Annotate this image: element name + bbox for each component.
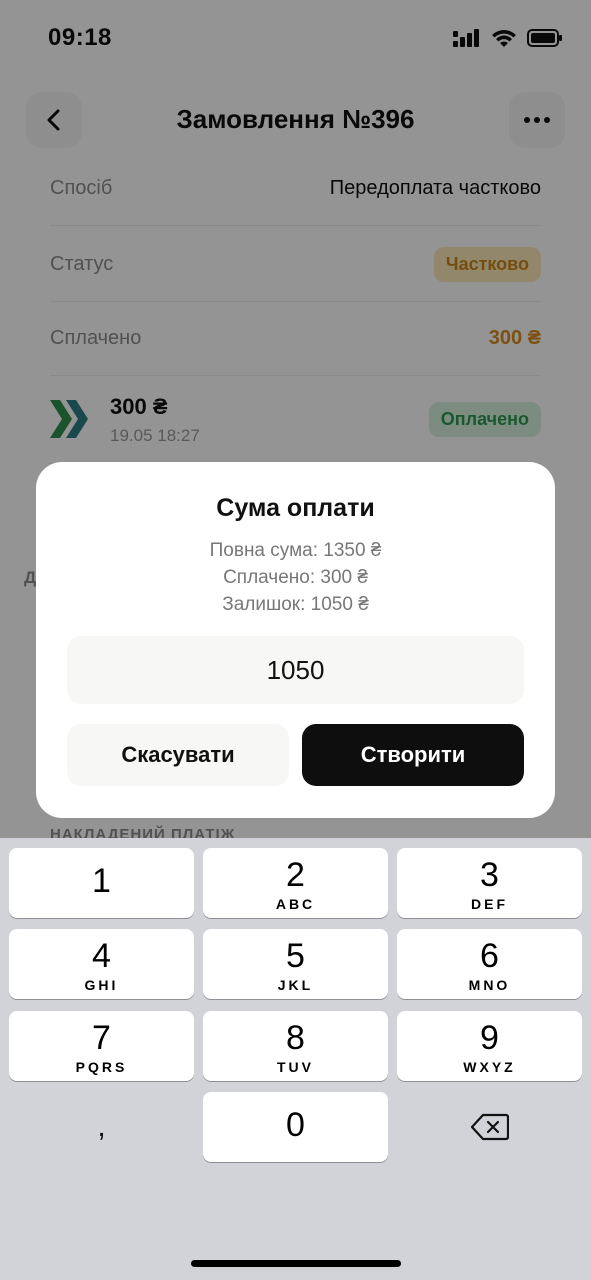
- key-comma[interactable]: ,: [9, 1092, 194, 1162]
- key-digit: 6: [480, 937, 499, 975]
- key-5[interactable]: 5 JKL: [203, 929, 388, 999]
- dialog-title: Сума оплати: [216, 494, 375, 522]
- paid-amount-text: Сплачено: 300 ₴: [223, 567, 368, 588]
- key-digit: 9: [480, 1019, 499, 1057]
- key-7[interactable]: 7 PQRS: [9, 1011, 194, 1081]
- key-digit: 3: [480, 856, 499, 894]
- key-letters: MNO: [468, 977, 511, 993]
- key-digit: 8: [286, 1019, 305, 1057]
- key-letters: DEF: [471, 896, 508, 912]
- home-indicator[interactable]: [191, 1260, 401, 1267]
- key-letters: ABC: [275, 896, 316, 912]
- cancel-button[interactable]: Скасувати: [67, 724, 289, 786]
- remaining-amount-text: Залишок: 1050 ₴: [222, 594, 369, 615]
- total-amount-text: Повна сума: 1350 ₴: [209, 540, 382, 561]
- key-3[interactable]: 3 DEF: [397, 848, 582, 918]
- key-digit: 2: [286, 856, 305, 894]
- key-digit: 4: [92, 937, 111, 975]
- backspace-icon: [470, 1113, 509, 1141]
- create-button[interactable]: Створити: [302, 724, 524, 786]
- amount-input[interactable]: 1050: [67, 636, 524, 704]
- key-6[interactable]: 6 MNO: [397, 929, 582, 999]
- key-1[interactable]: 1: [9, 848, 194, 918]
- key-digit: 1: [92, 862, 111, 900]
- key-letters: WXYZ: [463, 1059, 516, 1075]
- key-digit: 5: [286, 937, 305, 975]
- comma-glyph: ,: [97, 1110, 106, 1143]
- key-0[interactable]: 0: [203, 1092, 388, 1162]
- payment-amount-dialog: Сума оплати Повна сума: 1350 ₴ Сплачено:…: [36, 462, 555, 818]
- key-letters: JKL: [277, 977, 314, 993]
- key-digit: 7: [92, 1019, 111, 1057]
- key-letters: TUV: [277, 1059, 314, 1075]
- key-4[interactable]: 4 GHI: [9, 929, 194, 999]
- key-letters: GHI: [84, 977, 119, 993]
- key-8[interactable]: 8 TUV: [203, 1011, 388, 1081]
- key-digit: 0: [286, 1106, 305, 1144]
- key-letters: PQRS: [75, 1059, 128, 1075]
- key-2[interactable]: 2 ABC: [203, 848, 388, 918]
- numeric-keyboard: 1 2 ABC 3 DEF 4 GHI 5 JKL 6 MNO 7 PQRS 8…: [0, 838, 591, 1280]
- key-delete[interactable]: [397, 1092, 582, 1162]
- key-9[interactable]: 9 WXYZ: [397, 1011, 582, 1081]
